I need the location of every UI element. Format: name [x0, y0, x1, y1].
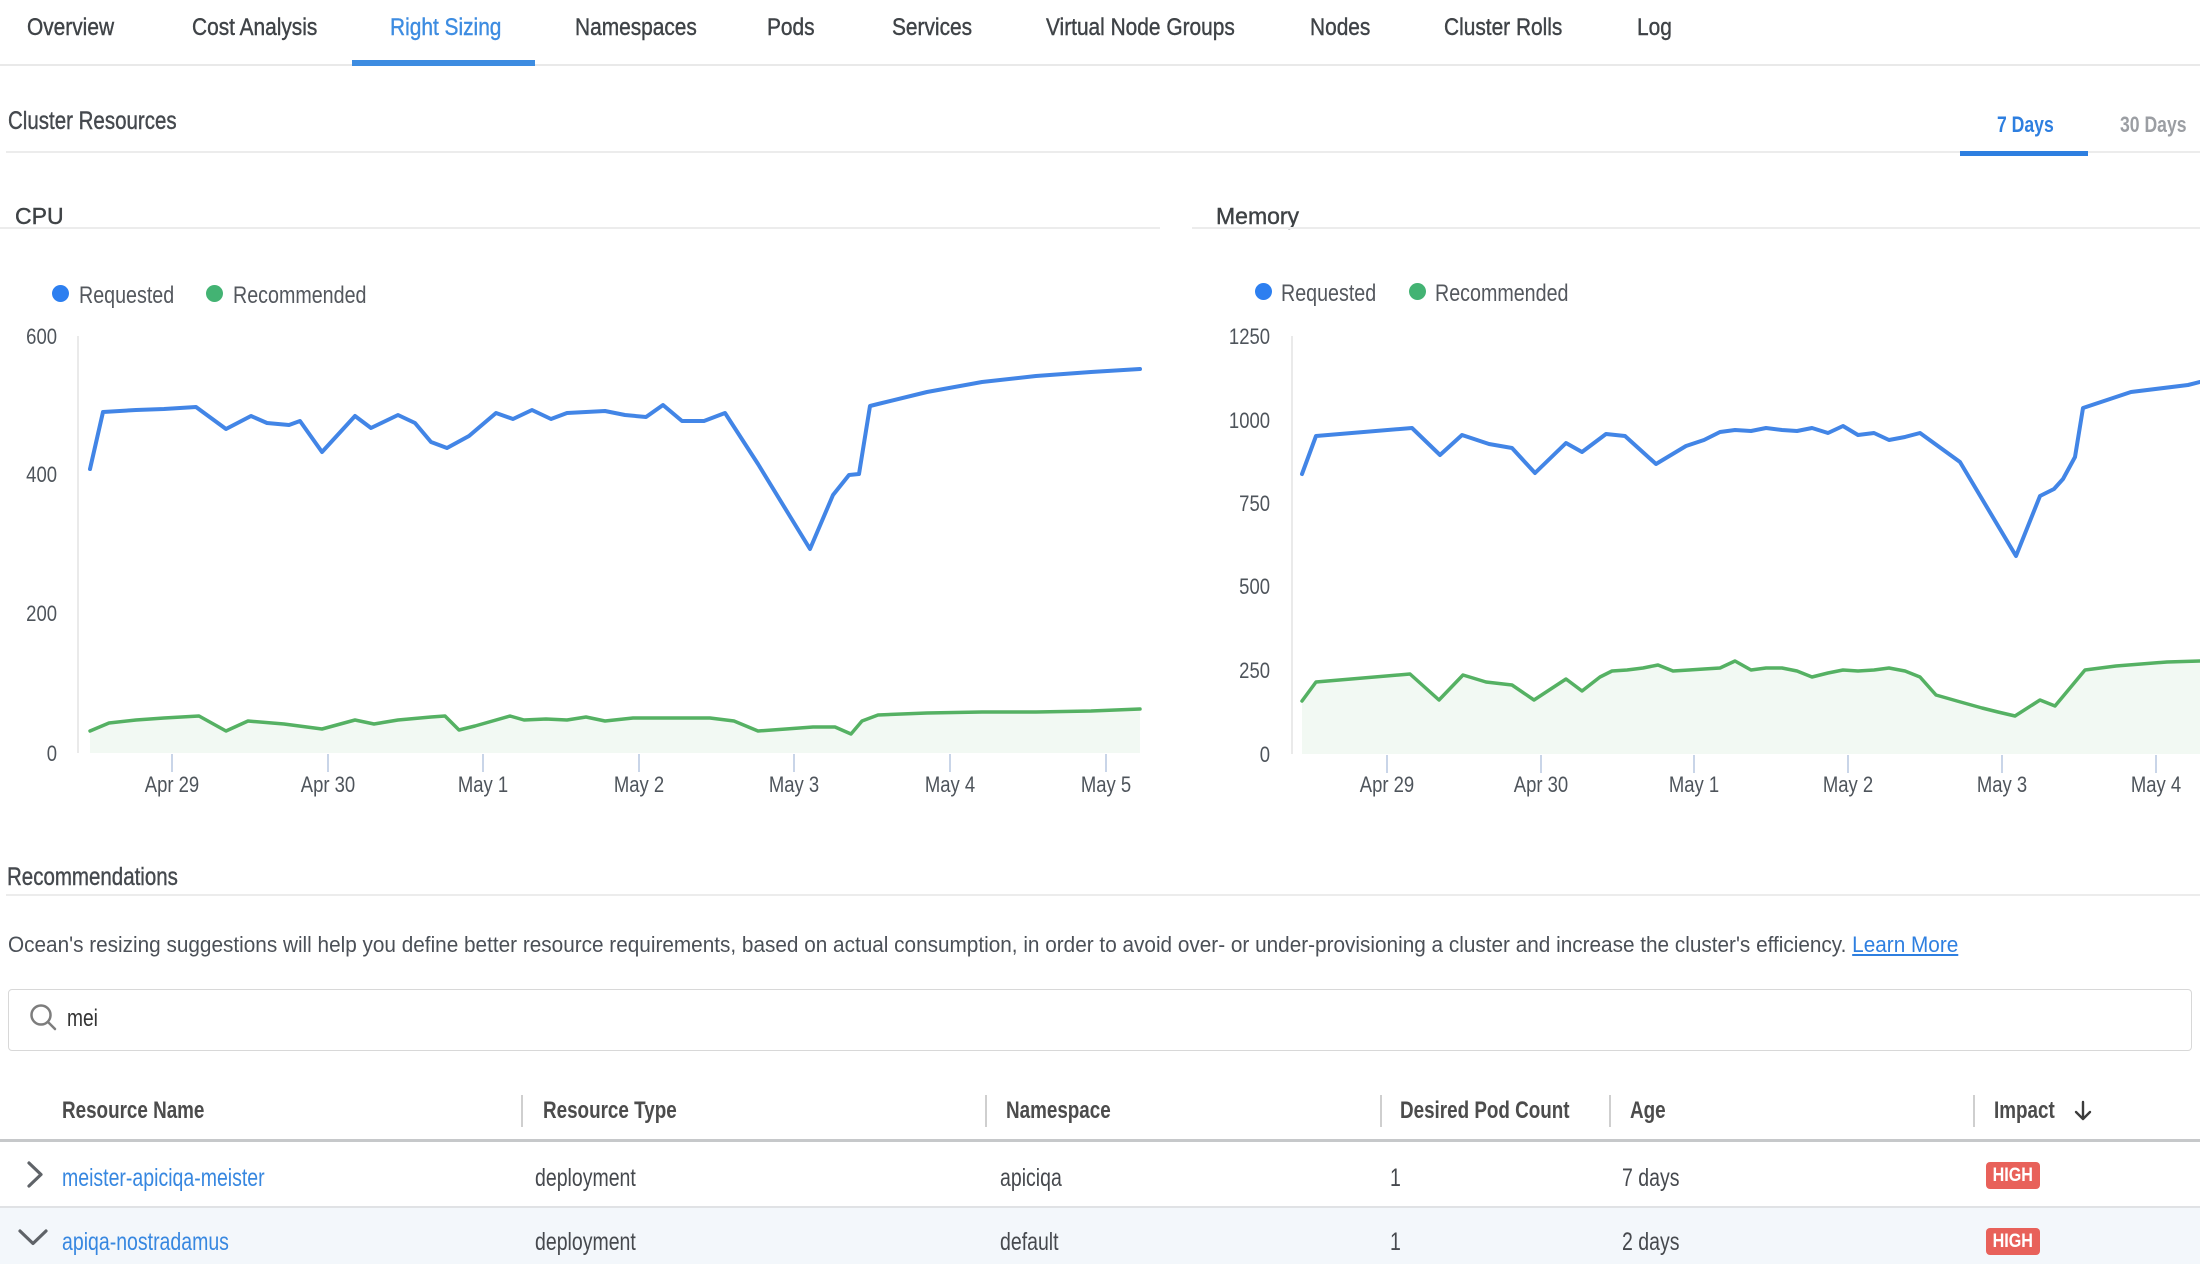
svg-text:1000: 1000 — [1229, 410, 1270, 434]
svg-text:May 2: May 2 — [1823, 774, 1873, 798]
svg-text:1250: 1250 — [1229, 326, 1270, 350]
svg-text:0: 0 — [47, 743, 57, 767]
svg-text:0: 0 — [1260, 744, 1270, 768]
svg-text:May 5: May 5 — [1081, 774, 1131, 798]
svg-text:May 3: May 3 — [1977, 774, 2027, 798]
svg-text:May 3: May 3 — [769, 774, 819, 798]
svg-text:Apr 29: Apr 29 — [145, 774, 199, 798]
svg-text:600: 600 — [26, 326, 57, 350]
svg-text:Apr 30: Apr 30 — [301, 774, 355, 798]
svg-text:May 2: May 2 — [614, 774, 664, 798]
svg-text:750: 750 — [1239, 493, 1270, 517]
svg-text:400: 400 — [26, 464, 57, 488]
svg-text:May 4: May 4 — [2131, 774, 2181, 798]
svg-text:500: 500 — [1239, 576, 1270, 600]
svg-text:250: 250 — [1239, 660, 1270, 684]
svg-text:Apr 29: Apr 29 — [1360, 774, 1414, 798]
svg-text:May 1: May 1 — [458, 774, 508, 798]
svg-text:May 1: May 1 — [1669, 774, 1719, 798]
svg-text:200: 200 — [26, 603, 57, 627]
svg-text:May 4: May 4 — [925, 774, 975, 798]
svg-text:Apr 30: Apr 30 — [1514, 774, 1568, 798]
